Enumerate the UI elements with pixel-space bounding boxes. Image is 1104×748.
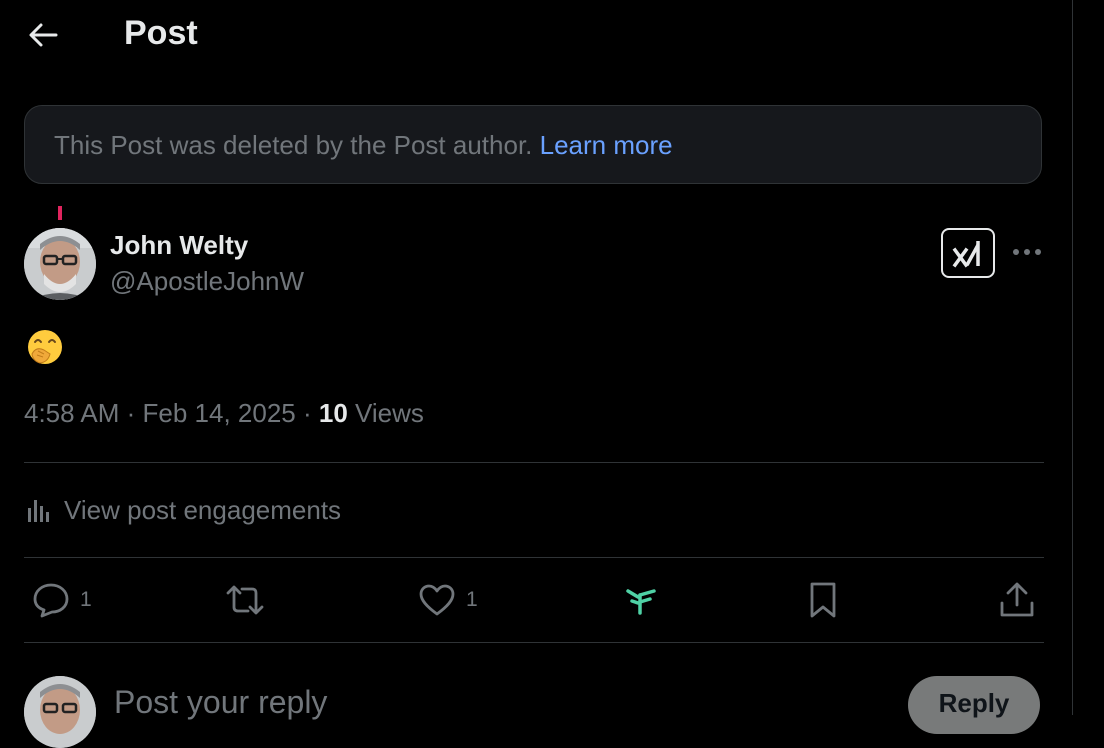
bookmark-action[interactable] <box>806 580 840 620</box>
post-meta: 4:58 AM · Feb 14, 2025 · 10 Views <box>24 398 424 429</box>
reply-bubble-icon <box>33 583 69 618</box>
divider-middle <box>24 557 1044 558</box>
post-column: Post This Post was deleted by the Post a… <box>0 0 1072 748</box>
view-engagements-label: View post engagements <box>64 494 342 525</box>
analytics-bars-icon <box>28 500 49 522</box>
avatar[interactable] <box>24 228 96 300</box>
divider-bottom <box>24 642 1044 643</box>
repost-action[interactable] <box>224 580 266 620</box>
grok-button[interactable] <box>941 228 995 278</box>
page-title: Post <box>124 14 198 52</box>
share-action[interactable] <box>998 580 1036 620</box>
notice-message: This Post was deleted by the Post author… <box>54 130 540 160</box>
like-action[interactable]: 1 <box>418 580 478 620</box>
views-label: Views <box>347 398 424 428</box>
author-name[interactable]: John Welty <box>110 230 248 261</box>
meta-separator-2: · <box>295 398 319 428</box>
reply-avatar <box>24 676 96 748</box>
reply-avatar-image <box>24 676 96 748</box>
post-time[interactable]: 4:58 AM <box>24 398 119 428</box>
reply-count: 1 <box>80 588 92 611</box>
views-count: 10 <box>318 398 348 428</box>
post-emoji <box>26 328 64 366</box>
reply-action[interactable]: 1 <box>32 580 92 620</box>
more-dots-icon <box>1013 249 1041 255</box>
more-options-button[interactable] <box>1010 240 1044 264</box>
back-button[interactable] <box>26 18 60 52</box>
reply-input[interactable]: Post your reply <box>114 684 327 721</box>
view-engagements-link[interactable]: View post engagements <box>24 488 341 532</box>
grok-leaf-icon <box>626 589 656 615</box>
author-handle[interactable]: @ApostleJohnW <box>110 266 304 297</box>
hand-over-mouth-emoji-icon <box>28 330 62 364</box>
reply-button[interactable]: Reply <box>908 676 1040 734</box>
share-upload-icon <box>1000 582 1034 617</box>
like-count: 1 <box>466 588 478 611</box>
divider-top <box>24 462 1044 463</box>
notice-text: This Post was deleted by the Post author… <box>54 130 673 161</box>
bookmark-icon <box>810 582 836 618</box>
grok-analyze-action[interactable] <box>624 580 660 620</box>
learn-more-link[interactable]: Learn more <box>540 130 673 160</box>
repost-icon <box>226 585 264 615</box>
column-border <box>1072 0 1073 715</box>
deleted-post-notice: This Post was deleted by the Post author… <box>24 105 1042 184</box>
thread-marker <box>58 206 62 220</box>
page-header: Post <box>0 0 1072 72</box>
post-date[interactable]: Feb 14, 2025 <box>143 398 296 428</box>
heart-icon <box>419 584 455 616</box>
arrow-left-icon <box>29 23 58 47</box>
avatar-image <box>24 228 96 300</box>
grok-icon <box>952 241 980 268</box>
meta-separator-1: · <box>119 398 143 428</box>
